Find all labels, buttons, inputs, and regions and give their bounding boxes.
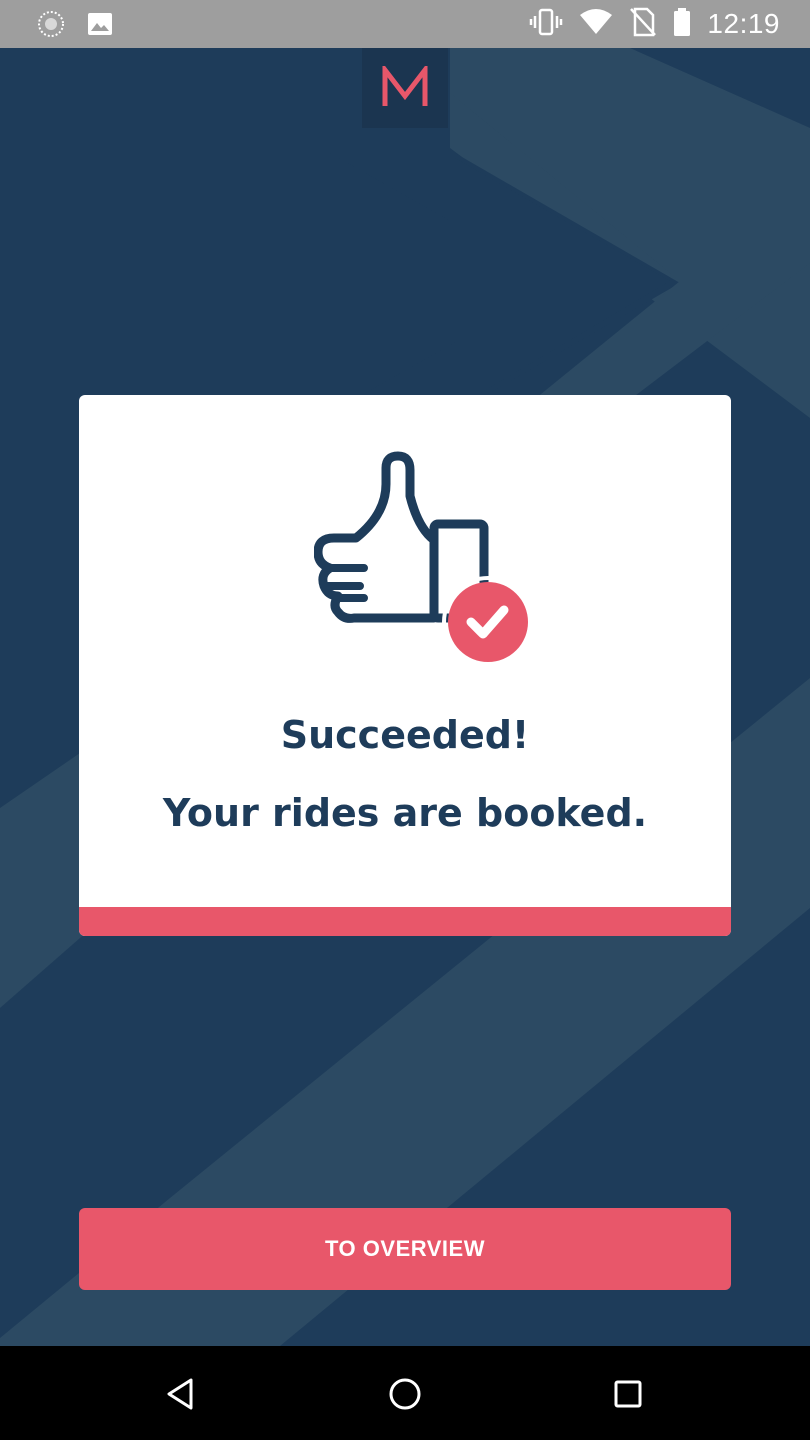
- app-logo: [362, 48, 448, 128]
- status-time: 12:19: [707, 8, 780, 39]
- logo-icon: [382, 66, 428, 106]
- success-card: Succeeded! Your rides are booked.: [79, 395, 731, 936]
- back-icon[interactable]: [161, 1374, 201, 1414]
- wifi-icon: [579, 7, 613, 41]
- status-bar: 12:19: [0, 0, 810, 48]
- battery-icon: [673, 7, 691, 41]
- recents-icon[interactable]: [608, 1374, 648, 1414]
- image-icon: [86, 10, 114, 42]
- vibrate-icon: [529, 7, 563, 41]
- to-overview-button[interactable]: TO OVERVIEW: [79, 1208, 731, 1290]
- success-message: Your rides are booked.: [162, 791, 648, 835]
- no-sim-icon: [629, 7, 657, 41]
- thumbs-up-with-check-icon: [313, 450, 539, 668]
- card-accent-bar: [79, 907, 731, 936]
- navigation-bar: [0, 1346, 810, 1440]
- sync-icon: [36, 9, 66, 43]
- success-title: Succeeded!: [280, 713, 530, 757]
- home-icon[interactable]: [385, 1374, 425, 1414]
